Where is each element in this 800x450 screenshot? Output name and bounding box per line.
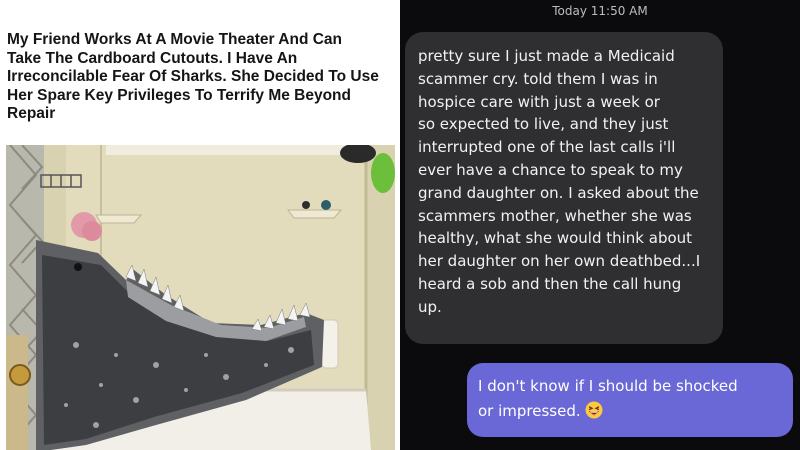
- meme-title-line: Take The Cardboard Cutouts. I Have An: [7, 49, 298, 67]
- message-line: I don't know if I should be shocked: [478, 377, 738, 395]
- message-line: her daughter on her own deathbed...I: [418, 252, 701, 271]
- shark-bathroom-photo: [6, 145, 395, 450]
- meme-panel: My Friend Works At A Movie Theater And C…: [0, 0, 400, 450]
- message-line: scammer cry. told them I was in: [418, 69, 658, 88]
- message-line: ever have a chance to speak to my: [418, 160, 683, 179]
- message-line: up.: [418, 297, 442, 316]
- message-timestamp: Today 11:50 AM: [552, 4, 648, 18]
- message-line: grand daughter on. I asked about the: [418, 183, 699, 202]
- message-line: hospice care with just a week or: [418, 92, 660, 111]
- message-line: heard a sob and then the call hung: [418, 274, 682, 293]
- message-line: or impressed.: [478, 402, 581, 420]
- door-knob: [9, 364, 31, 386]
- meme-title-line: My Friend Works At A Movie Theater And C…: [7, 31, 343, 48]
- meme-title-line: Repair: [7, 105, 56, 122]
- message-line: pretty sure I just made a Medicaid: [418, 47, 675, 65]
- message-line: interrupted one of the last calls i'll: [418, 138, 676, 157]
- incoming-message-bubble[interactable]: pretty sure I just made a Medicaid scamm…: [405, 32, 723, 344]
- message-line: scammers mother, whether she was: [418, 206, 692, 225]
- message-line-with-emoji: or impressed.: [478, 399, 793, 427]
- meme-title: My Friend Works At A Movie Theater And C…: [7, 31, 392, 124]
- message-line: healthy, what she would think about: [418, 229, 693, 248]
- shark-bathroom-illustration: [6, 145, 395, 450]
- meme-title-line: Irreconcilable Fear Of Sharks. She Decid…: [7, 68, 379, 85]
- outgoing-message-bubble[interactable]: I don't know if I should be shocked or i…: [467, 363, 793, 437]
- grinning-squinting-face-icon: [585, 401, 603, 427]
- messages-panel: Today 11:50 AM pretty sure I just made a…: [400, 0, 800, 450]
- meme-title-line: Her Spare Key Privileges To Terrify Me B…: [7, 86, 351, 104]
- message-line: so expected to live, and they just: [418, 115, 669, 134]
